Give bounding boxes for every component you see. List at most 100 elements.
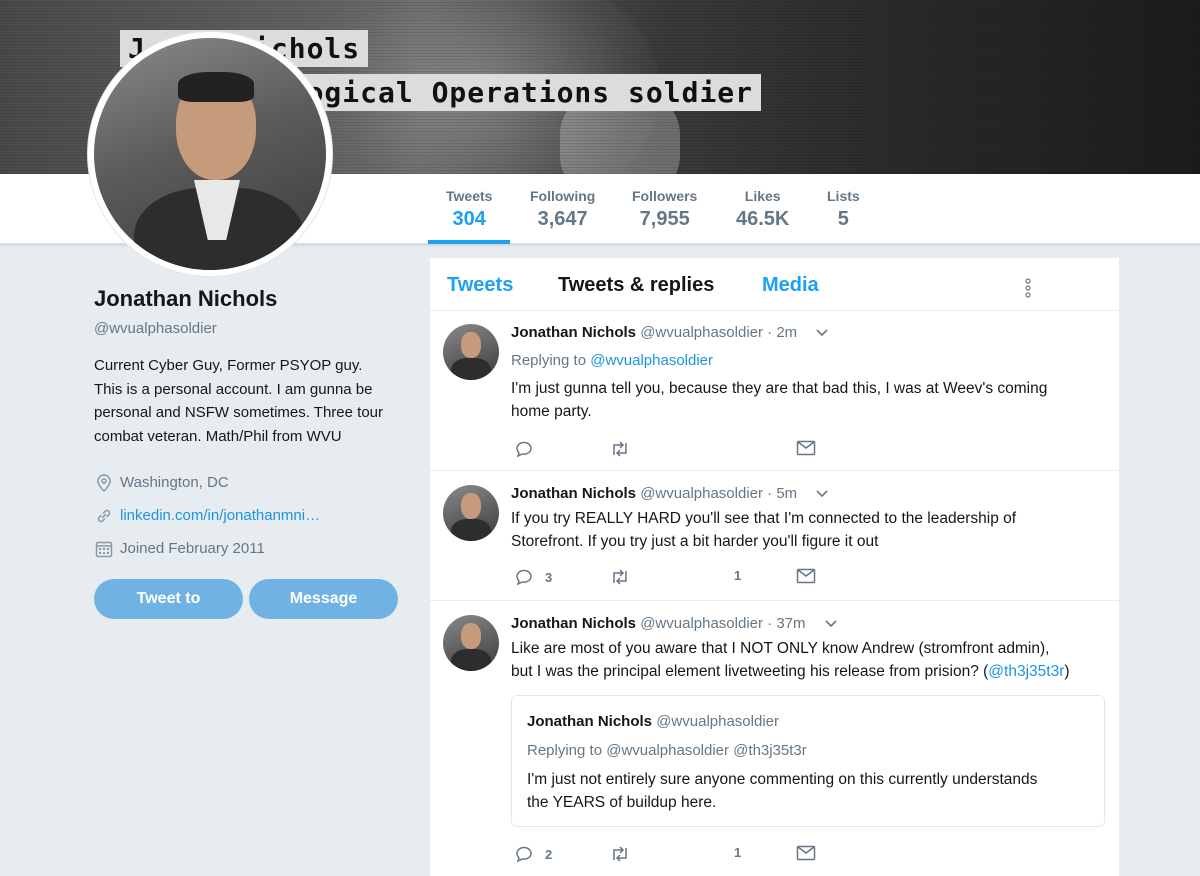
stat-value: 3,647 [537,208,588,230]
tweet-author-handle[interactable]: @wvualphasoldier [640,324,763,341]
quoted-text-line: I'm just not entirely sure anyone commen… [527,771,1038,788]
dm-action[interactable] [796,568,816,584]
timeline-tabs: Tweets Tweets & replies Media [430,258,1119,311]
like-count: 1 [734,845,742,860]
tweet-time[interactable]: · 37m [767,615,805,632]
tweet-author-name[interactable]: Jonathan Nichols [511,615,636,632]
profile-location: Washington, DC [94,466,404,499]
retweet-action[interactable] [609,845,631,863]
stat-value: 5 [837,208,849,230]
stat-tweets[interactable]: Tweets 304 [427,188,512,244]
website-link[interactable]: linkedin.com/in/jonathanmni… [120,507,320,524]
tweet-text: If you try REALLY HARD you'll see that I… [511,507,1111,553]
profile-bio: Current Cyber Guy, Former PSYOP guy. Thi… [94,357,384,445]
more-options-icon[interactable] [1025,278,1031,303]
tweet-text: I'm just gunna tell you, because they ar… [511,377,1111,423]
tweet-text-line: I'm just gunna tell you, because they ar… [511,380,1048,397]
quoted-text-line: the YEARS of buildup here. [527,794,717,811]
envelope-icon [796,845,816,861]
stat-value: 7,955 [639,208,690,230]
tab-tweets[interactable]: Tweets [447,274,513,297]
stat-label: Tweets [446,188,493,204]
tweet-header: Jonathan Nichols @wvualphasoldier · 5m [511,485,829,503]
replying-to-link[interactable]: @wvualphasoldier [590,352,713,369]
tweet-header: Jonathan Nichols @wvualphasoldier · 2m [511,324,829,342]
stat-value: 304 [452,208,486,230]
tweet-text-line: home party. [511,403,592,420]
profile-name[interactable]: Jonathan Nichols [94,286,404,312]
mention-link[interactable]: @th3j35t3r [988,663,1064,680]
joined-text: Joined February 2011 [120,540,265,557]
reply-action[interactable]: 3 [515,568,552,586]
profile-handle[interactable]: @wvualphasoldier [94,320,404,337]
stat-label: Lists [827,188,860,204]
profile-avatar[interactable] [88,32,332,276]
quoted-author-name: Jonathan Nichols [527,713,653,730]
reply-icon [516,441,532,458]
dm-action[interactable] [796,845,816,861]
tweet-actions [515,440,835,460]
reply-action[interactable] [515,440,545,458]
quoted-replying-to: Replying to @wvualphasoldier @th3j35t3r [527,742,807,759]
reply-count: 2 [545,846,553,862]
reply-icon [516,846,532,863]
reply-count: 3 [545,569,553,585]
tweet-item[interactable]: Jonathan Nichols @wvualphasoldier · 2m R… [430,311,1119,471]
retweet-action[interactable] [609,568,631,586]
message-button[interactable]: Message [249,579,398,619]
tweet-time[interactable]: · 5m [767,485,797,502]
envelope-icon [796,440,816,456]
tweet-replying-to: Replying to @wvualphasoldier [511,352,713,369]
tweet-text-line: but I was the principal element livetwee… [511,660,1111,683]
tweet-avatar[interactable] [443,485,499,541]
tweet-item[interactable]: Jonathan Nichols @wvualphasoldier · 37m … [430,601,1119,876]
profile-joined: Joined February 2011 [94,532,404,565]
stat-value: 46.5K [736,208,790,230]
reply-action[interactable]: 2 [515,845,552,863]
stat-label: Followers [632,188,698,204]
stat-likes[interactable]: Likes 46.5K [736,188,789,231]
envelope-icon [796,568,816,584]
calendar-icon [94,540,114,558]
tweet-author-handle[interactable]: @wvualphasoldier [640,485,763,502]
stat-lists[interactable]: Lists 5 [827,188,860,231]
reply-icon [516,569,532,586]
quoted-author-handle: @wvualphasoldier [656,713,779,730]
tweet-author-name[interactable]: Jonathan Nichols [511,324,636,341]
stat-label: Following [530,188,596,204]
retweet-icon [613,441,627,457]
tweet-text-line: Like are most of you aware that I NOT ON… [511,640,1050,657]
chevron-down-icon[interactable] [824,616,838,633]
tweet-author-name[interactable]: Jonathan Nichols [511,485,636,502]
chevron-down-icon[interactable] [815,325,829,342]
location-pin-icon [94,473,114,492]
tweet-avatar[interactable] [443,324,499,380]
location-text: Washington, DC [120,474,229,491]
chevron-down-icon[interactable] [815,486,829,503]
like-action[interactable]: 1 [734,845,741,860]
replying-prefix: Replying to [511,352,591,369]
retweet-icon [613,569,627,585]
link-icon [94,507,114,525]
tweet-item[interactable]: Jonathan Nichols @wvualphasoldier · 5m I… [430,471,1119,601]
retweet-icon [613,846,627,862]
tweet-time[interactable]: · 2m [767,324,797,341]
tweet-text-segment: ) [1064,663,1070,680]
stat-following[interactable]: Following 3,647 [530,188,595,231]
retweet-action[interactable] [609,440,631,458]
tweet-avatar[interactable] [443,615,499,671]
tweet-text-line: Storefront. If you try just a bit harder… [511,533,879,550]
tab-tweets-replies[interactable]: Tweets & replies [558,274,714,297]
avatar-photo [94,38,326,270]
dm-action[interactable] [796,440,816,456]
tweet-author-handle[interactable]: @wvualphasoldier [640,615,763,632]
like-action[interactable]: 1 [734,568,741,583]
tweet-to-button[interactable]: Tweet to [94,579,243,619]
profile-website: linkedin.com/in/jonathanmni… [94,499,404,532]
tab-media[interactable]: Media [762,274,819,297]
stat-followers[interactable]: Followers 7,955 [632,188,697,231]
profile-actions: Tweet to Message [94,579,404,619]
quoted-tweet[interactable]: Jonathan Nichols @wvualphasoldier Replyi… [511,695,1105,827]
quoted-tweet-header: Jonathan Nichols @wvualphasoldier [527,713,779,730]
profile-meta: Washington, DC linkedin.com/in/jonathanm… [94,466,404,565]
